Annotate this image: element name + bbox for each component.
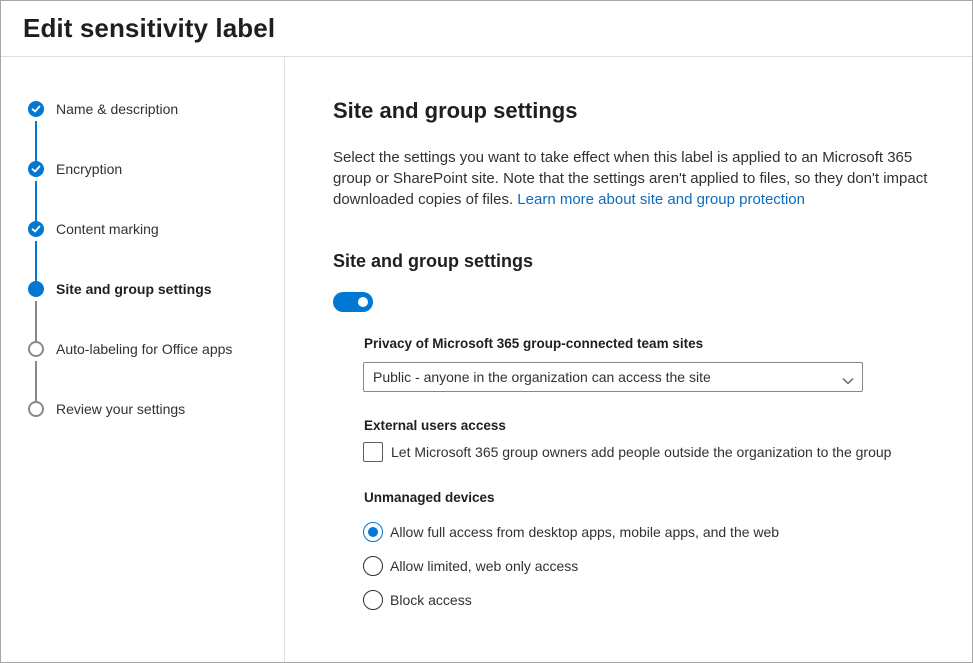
step-label: Auto-labeling for Office apps <box>56 341 233 357</box>
wizard-steps-sidebar: Name & description Encryption Content ma… <box>1 57 285 662</box>
step-label: Content marking <box>56 221 159 237</box>
section-description: Select the settings you want to take eff… <box>333 147 948 210</box>
step-label: Review your settings <box>56 401 186 417</box>
radio-label: Allow full access from desktop apps, mob… <box>390 524 780 540</box>
toggle-knob <box>358 297 368 307</box>
chevron-down-icon <box>842 372 854 390</box>
step-label: Encryption <box>56 161 123 177</box>
main-content: Site and group settings Select the setti… <box>286 58 972 662</box>
pending-step-circle-icon <box>28 401 44 417</box>
checkmark-icon <box>28 101 44 117</box>
unmanaged-devices-label: Unmanaged devices <box>364 490 495 505</box>
page-header: Edit sensitivity label <box>1 1 972 57</box>
subsection-heading: Site and group settings <box>333 251 534 271</box>
step-review-settings[interactable]: Review your settings <box>1 397 284 421</box>
app-window: Edit sensitivity label Name & descriptio… <box>0 0 973 663</box>
privacy-label: Privacy of Microsoft 365 group-connected… <box>364 336 704 351</box>
external-users-option[interactable]: Let Microsoft 365 group owners add peopl… <box>363 441 963 463</box>
step-label: Site and group settings <box>56 281 212 297</box>
step-name-description[interactable]: Name & description <box>1 97 284 121</box>
external-users-checkbox[interactable] <box>363 442 383 462</box>
checkbox-label: Let Microsoft 365 group owners add peopl… <box>391 444 892 460</box>
radio-button[interactable] <box>363 522 383 542</box>
step-label: Name & description <box>56 101 179 117</box>
learn-more-link[interactable]: Learn more about site and group protecti… <box>517 191 805 208</box>
pending-step-circle-icon <box>28 341 44 357</box>
step-content-marking[interactable]: Content marking <box>1 217 284 241</box>
current-step-dot-icon <box>28 281 44 297</box>
page-title: Edit sensitivity label <box>23 13 276 43</box>
checkmark-icon <box>28 161 44 177</box>
radio-button[interactable] <box>363 556 383 576</box>
radio-full-access[interactable]: Allow full access from desktop apps, mob… <box>363 522 963 544</box>
external-users-label: External users access <box>364 418 506 433</box>
radio-button[interactable] <box>363 590 383 610</box>
radio-block-access[interactable]: Block access <box>363 590 963 612</box>
step-site-group-settings[interactable]: Site and group settings <box>1 277 284 301</box>
privacy-selected-value: Public - anyone in the organization can … <box>373 369 711 385</box>
step-encryption[interactable]: Encryption <box>1 157 284 181</box>
section-heading: Site and group settings <box>333 98 578 123</box>
site-group-settings-toggle[interactable] <box>333 292 373 312</box>
radio-label: Allow limited, web only access <box>390 558 579 574</box>
radio-label: Block access <box>390 592 472 608</box>
radio-limited-access[interactable]: Allow limited, web only access <box>363 556 963 578</box>
step-auto-labeling[interactable]: Auto-labeling for Office apps <box>1 337 284 361</box>
checkmark-icon <box>28 221 44 237</box>
privacy-dropdown[interactable]: Public - anyone in the organization can … <box>363 362 863 392</box>
